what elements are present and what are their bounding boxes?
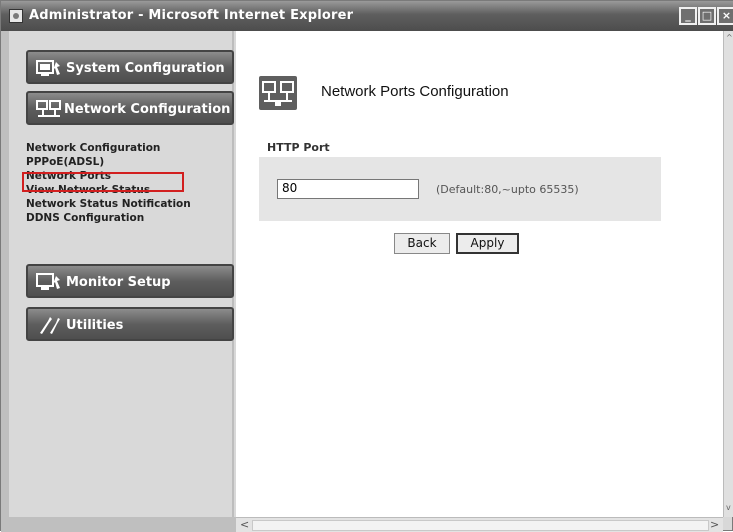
network-configuration-button[interactable]: Network Configuration — [26, 91, 234, 125]
submenu-ddns-configuration[interactable]: DDNS Configuration — [26, 212, 191, 224]
maximize-button[interactable]: □ — [698, 7, 716, 25]
utilities-button[interactable]: Utilities — [26, 307, 234, 341]
utilities-label: Utilities — [66, 318, 124, 333]
page-title: Network Ports Configuration — [321, 83, 509, 100]
submenu-pppoe-adsl[interactable]: PPPoE(ADSL) — [26, 156, 191, 168]
title-bar[interactable]: Administrator - Microsoft Internet Explo… — [1, 1, 733, 31]
horizontal-scrollbar[interactable]: < > — [236, 517, 723, 532]
http-port-label: HTTP Port — [267, 141, 330, 154]
selected-item-highlight — [22, 172, 184, 192]
scroll-right-icon[interactable]: > — [710, 518, 719, 531]
apply-button[interactable]: Apply — [456, 233, 519, 254]
network-ports-icon — [259, 76, 297, 110]
ie-app-icon — [9, 9, 23, 23]
vertical-scrollbar[interactable]: ^ v — [723, 31, 733, 517]
status-area — [9, 517, 236, 532]
port-hint: (Default:80,~upto 65535) — [436, 183, 579, 196]
sidebar: System Configuration Network Configurati… — [9, 31, 234, 517]
window-title: Administrator - Microsoft Internet Explo… — [29, 8, 354, 23]
system-configuration-label: System Configuration — [66, 61, 225, 76]
tools-icon — [40, 317, 60, 334]
scroll-left-icon[interactable]: < — [240, 518, 249, 531]
minimize-button[interactable]: _ — [679, 7, 697, 25]
horizontal-scroll-thumb[interactable] — [252, 520, 709, 531]
http-port-input[interactable]: 80 — [277, 179, 419, 199]
submenu-network-configuration[interactable]: Network Configuration — [26, 142, 191, 154]
scroll-up-icon[interactable]: ^ — [726, 33, 733, 42]
system-configuration-button[interactable]: System Configuration — [26, 50, 234, 84]
monitor-setup-icon — [36, 273, 60, 290]
browser-window: Administrator - Microsoft Internet Explo… — [0, 0, 733, 532]
system-configuration-icon — [36, 60, 60, 76]
network-configuration-icon — [36, 100, 61, 117]
close-button[interactable]: × — [717, 7, 733, 25]
scroll-down-icon[interactable]: v — [726, 503, 731, 512]
main-content: Network Ports Configuration HTTP Port 80… — [236, 31, 723, 517]
monitor-setup-button[interactable]: Monitor Setup — [26, 264, 234, 298]
network-configuration-label: Network Configuration — [64, 102, 231, 117]
window-frame-left — [1, 31, 9, 532]
monitor-setup-label: Monitor Setup — [66, 275, 171, 290]
back-button[interactable]: Back — [394, 233, 450, 254]
submenu-network-status-notification[interactable]: Network Status Notification — [26, 198, 191, 210]
